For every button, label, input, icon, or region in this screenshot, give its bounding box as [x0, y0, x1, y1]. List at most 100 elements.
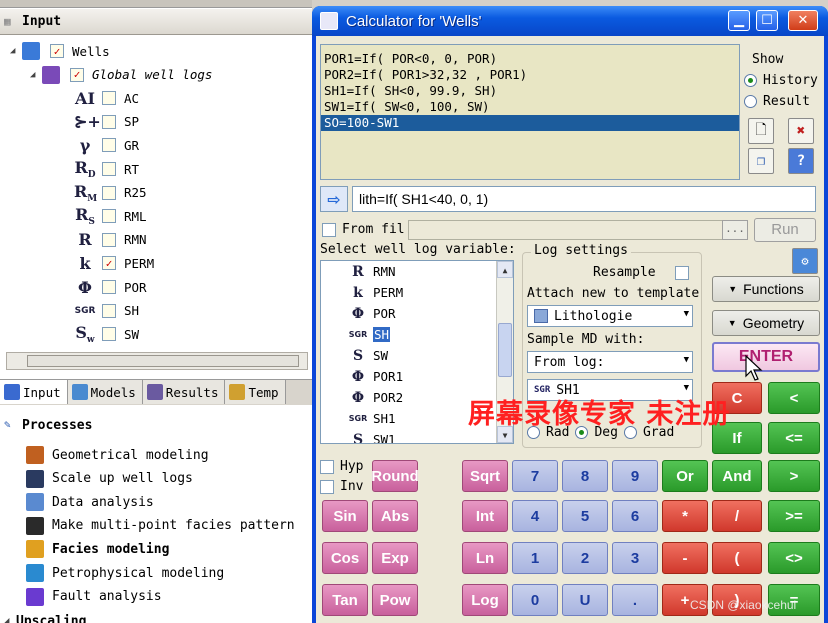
- key-button[interactable]: 1: [512, 542, 558, 574]
- key-button[interactable]: Exp: [372, 542, 418, 574]
- scrollbar-thumb[interactable]: [27, 355, 299, 367]
- visibility-checkbox[interactable]: [102, 185, 116, 200]
- tab-models[interactable]: Models: [67, 380, 143, 404]
- key-button[interactable]: 5: [562, 500, 608, 532]
- process-item[interactable]: Make multi-point facies pattern: [26, 515, 295, 537]
- scroll-up-icon[interactable]: ▲: [497, 261, 513, 278]
- tree-item[interactable]: k ✓ PERM: [74, 252, 154, 274]
- key-button[interactable]: -: [662, 542, 708, 574]
- history-line[interactable]: POR1=If( POR<0, 0, POR): [321, 51, 739, 67]
- key-button[interactable]: U: [562, 584, 608, 616]
- variable-item[interactable]: SGR SH: [321, 324, 513, 345]
- key-button[interactable]: Or: [662, 460, 708, 492]
- inv-checkbox[interactable]: [320, 479, 334, 494]
- key-button[interactable]: Sin: [322, 500, 368, 532]
- process-item[interactable]: Facies modeling: [26, 538, 169, 560]
- run-button[interactable]: Run: [754, 218, 816, 242]
- inv-option[interactable]: Inv: [320, 479, 363, 494]
- process-item[interactable]: Data analysis: [26, 491, 154, 513]
- key-button[interactable]: >=: [768, 500, 820, 532]
- key-button[interactable]: /: [712, 500, 762, 532]
- tree-item[interactable]: Φ POR: [74, 276, 147, 298]
- tab-input[interactable]: Input: [0, 380, 68, 404]
- key-button[interactable]: 9: [612, 460, 658, 492]
- tree-item[interactable]: ⊱+ SP: [74, 111, 139, 133]
- key-button[interactable]: >: [768, 460, 820, 492]
- hyp-option[interactable]: Hyp: [320, 459, 363, 474]
- visibility-checkbox[interactable]: [102, 162, 116, 176]
- show-result-option[interactable]: Result: [744, 94, 810, 109]
- key-button[interactable]: 8: [562, 460, 608, 492]
- visibility-checkbox[interactable]: ✓: [50, 44, 64, 58]
- visibility-checkbox[interactable]: [102, 303, 116, 318]
- history-line[interactable]: SH1=If( SH<0, 99.9, SH): [321, 83, 739, 99]
- variable-item[interactable]: k PERM: [321, 282, 513, 303]
- expression-input[interactable]: lith=If( SH1<40, 0, 1): [352, 186, 816, 212]
- process-item[interactable]: Geometrical modeling: [26, 444, 209, 466]
- new-document-button[interactable]: 🗋: [748, 118, 774, 144]
- key-button[interactable]: Int: [462, 500, 508, 532]
- tab-results[interactable]: Results: [142, 380, 226, 404]
- visibility-checkbox[interactable]: [102, 280, 116, 294]
- key-button[interactable]: And: [712, 460, 762, 492]
- key-button[interactable]: Cos: [322, 542, 368, 574]
- visibility-checkbox[interactable]: ✓: [70, 67, 84, 82]
- file-path-input[interactable]: [408, 220, 726, 240]
- variable-item[interactable]: Φ POR: [321, 303, 513, 324]
- key-button[interactable]: 2: [562, 542, 608, 574]
- close-button[interactable]: ✕: [788, 10, 818, 31]
- key-button[interactable]: 6: [612, 500, 658, 532]
- tree-item[interactable]: R RMN: [74, 229, 146, 251]
- history-line[interactable]: POR2=If( POR1>32,32 , POR1): [321, 67, 739, 83]
- tree-item[interactable]: AI AC: [74, 87, 139, 109]
- template-dropdown[interactable]: Lithologie ▼: [527, 305, 693, 327]
- key-button[interactable]: 0: [512, 584, 558, 616]
- from-file-checkbox[interactable]: [322, 223, 336, 237]
- tree-item[interactable]: SGR SH: [74, 300, 139, 322]
- calculator-titlebar[interactable]: Calculator for 'Wells' ▁ ☐ ✕: [312, 6, 828, 36]
- variable-item[interactable]: Φ POR1: [321, 366, 513, 387]
- sample-md-dropdown[interactable]: From log: ▼: [527, 351, 693, 373]
- key-button[interactable]: Abs: [372, 500, 418, 532]
- key-button[interactable]: *: [662, 500, 708, 532]
- key-button[interactable]: 4: [512, 500, 558, 532]
- variable-item[interactable]: S SW: [321, 345, 513, 366]
- collapse-icon[interactable]: ◢: [30, 70, 42, 80]
- functions-button[interactable]: ▼ Functions: [712, 276, 820, 302]
- enter-button[interactable]: ENTER: [712, 342, 820, 372]
- maximize-button[interactable]: ☐: [756, 10, 778, 31]
- hyp-checkbox[interactable]: [320, 459, 334, 474]
- variable-item[interactable]: S SW1: [321, 429, 513, 444]
- geometry-button[interactable]: ▼ Geometry: [712, 310, 820, 336]
- history-box[interactable]: POR1=If( POR<0, 0, POR) POR2=If( POR1>32,…: [320, 44, 740, 180]
- history-line[interactable]: SO=100-SW1: [321, 115, 739, 131]
- pin-icon[interactable]: ▦: [4, 15, 18, 29]
- minimize-button[interactable]: ▁: [728, 10, 750, 31]
- less-equal-button[interactable]: <=: [768, 422, 820, 454]
- delete-button[interactable]: ✖: [788, 118, 814, 144]
- key-button[interactable]: Tan: [322, 584, 368, 616]
- browse-button[interactable]: ...: [722, 220, 748, 240]
- tab-templates[interactable]: Temp: [225, 380, 286, 404]
- visibility-checkbox[interactable]: [102, 114, 116, 129]
- visibility-checkbox[interactable]: [102, 232, 116, 247]
- history-line[interactable]: SW1=If( SW<0, 100, SW): [321, 99, 739, 115]
- process-item[interactable]: Fault analysis: [26, 586, 162, 608]
- key-button[interactable]: (: [712, 542, 762, 574]
- collapse-icon[interactable]: ◢: [10, 46, 22, 56]
- tree-item[interactable]: γ GR: [74, 134, 139, 156]
- tree-item[interactable]: Sw SW: [74, 323, 139, 345]
- horizontal-scrollbar[interactable]: [6, 352, 308, 370]
- visibility-checkbox[interactable]: [102, 327, 116, 342]
- tree-item[interactable]: RD RT: [74, 158, 139, 180]
- variable-item[interactable]: R RMN: [321, 261, 513, 282]
- insert-expression-button[interactable]: ⇨: [320, 186, 348, 212]
- help-button[interactable]: ?: [788, 148, 814, 174]
- tree-item[interactable]: ◢ ✓ Wells: [10, 40, 110, 62]
- resample-checkbox[interactable]: [675, 266, 689, 280]
- backspace-button[interactable]: <: [768, 382, 820, 414]
- process-item[interactable]: Petrophysical modeling: [26, 562, 224, 584]
- copy-button[interactable]: ❐: [748, 148, 774, 174]
- key-button[interactable]: Round: [371, 460, 419, 492]
- key-button[interactable]: Log: [462, 584, 508, 616]
